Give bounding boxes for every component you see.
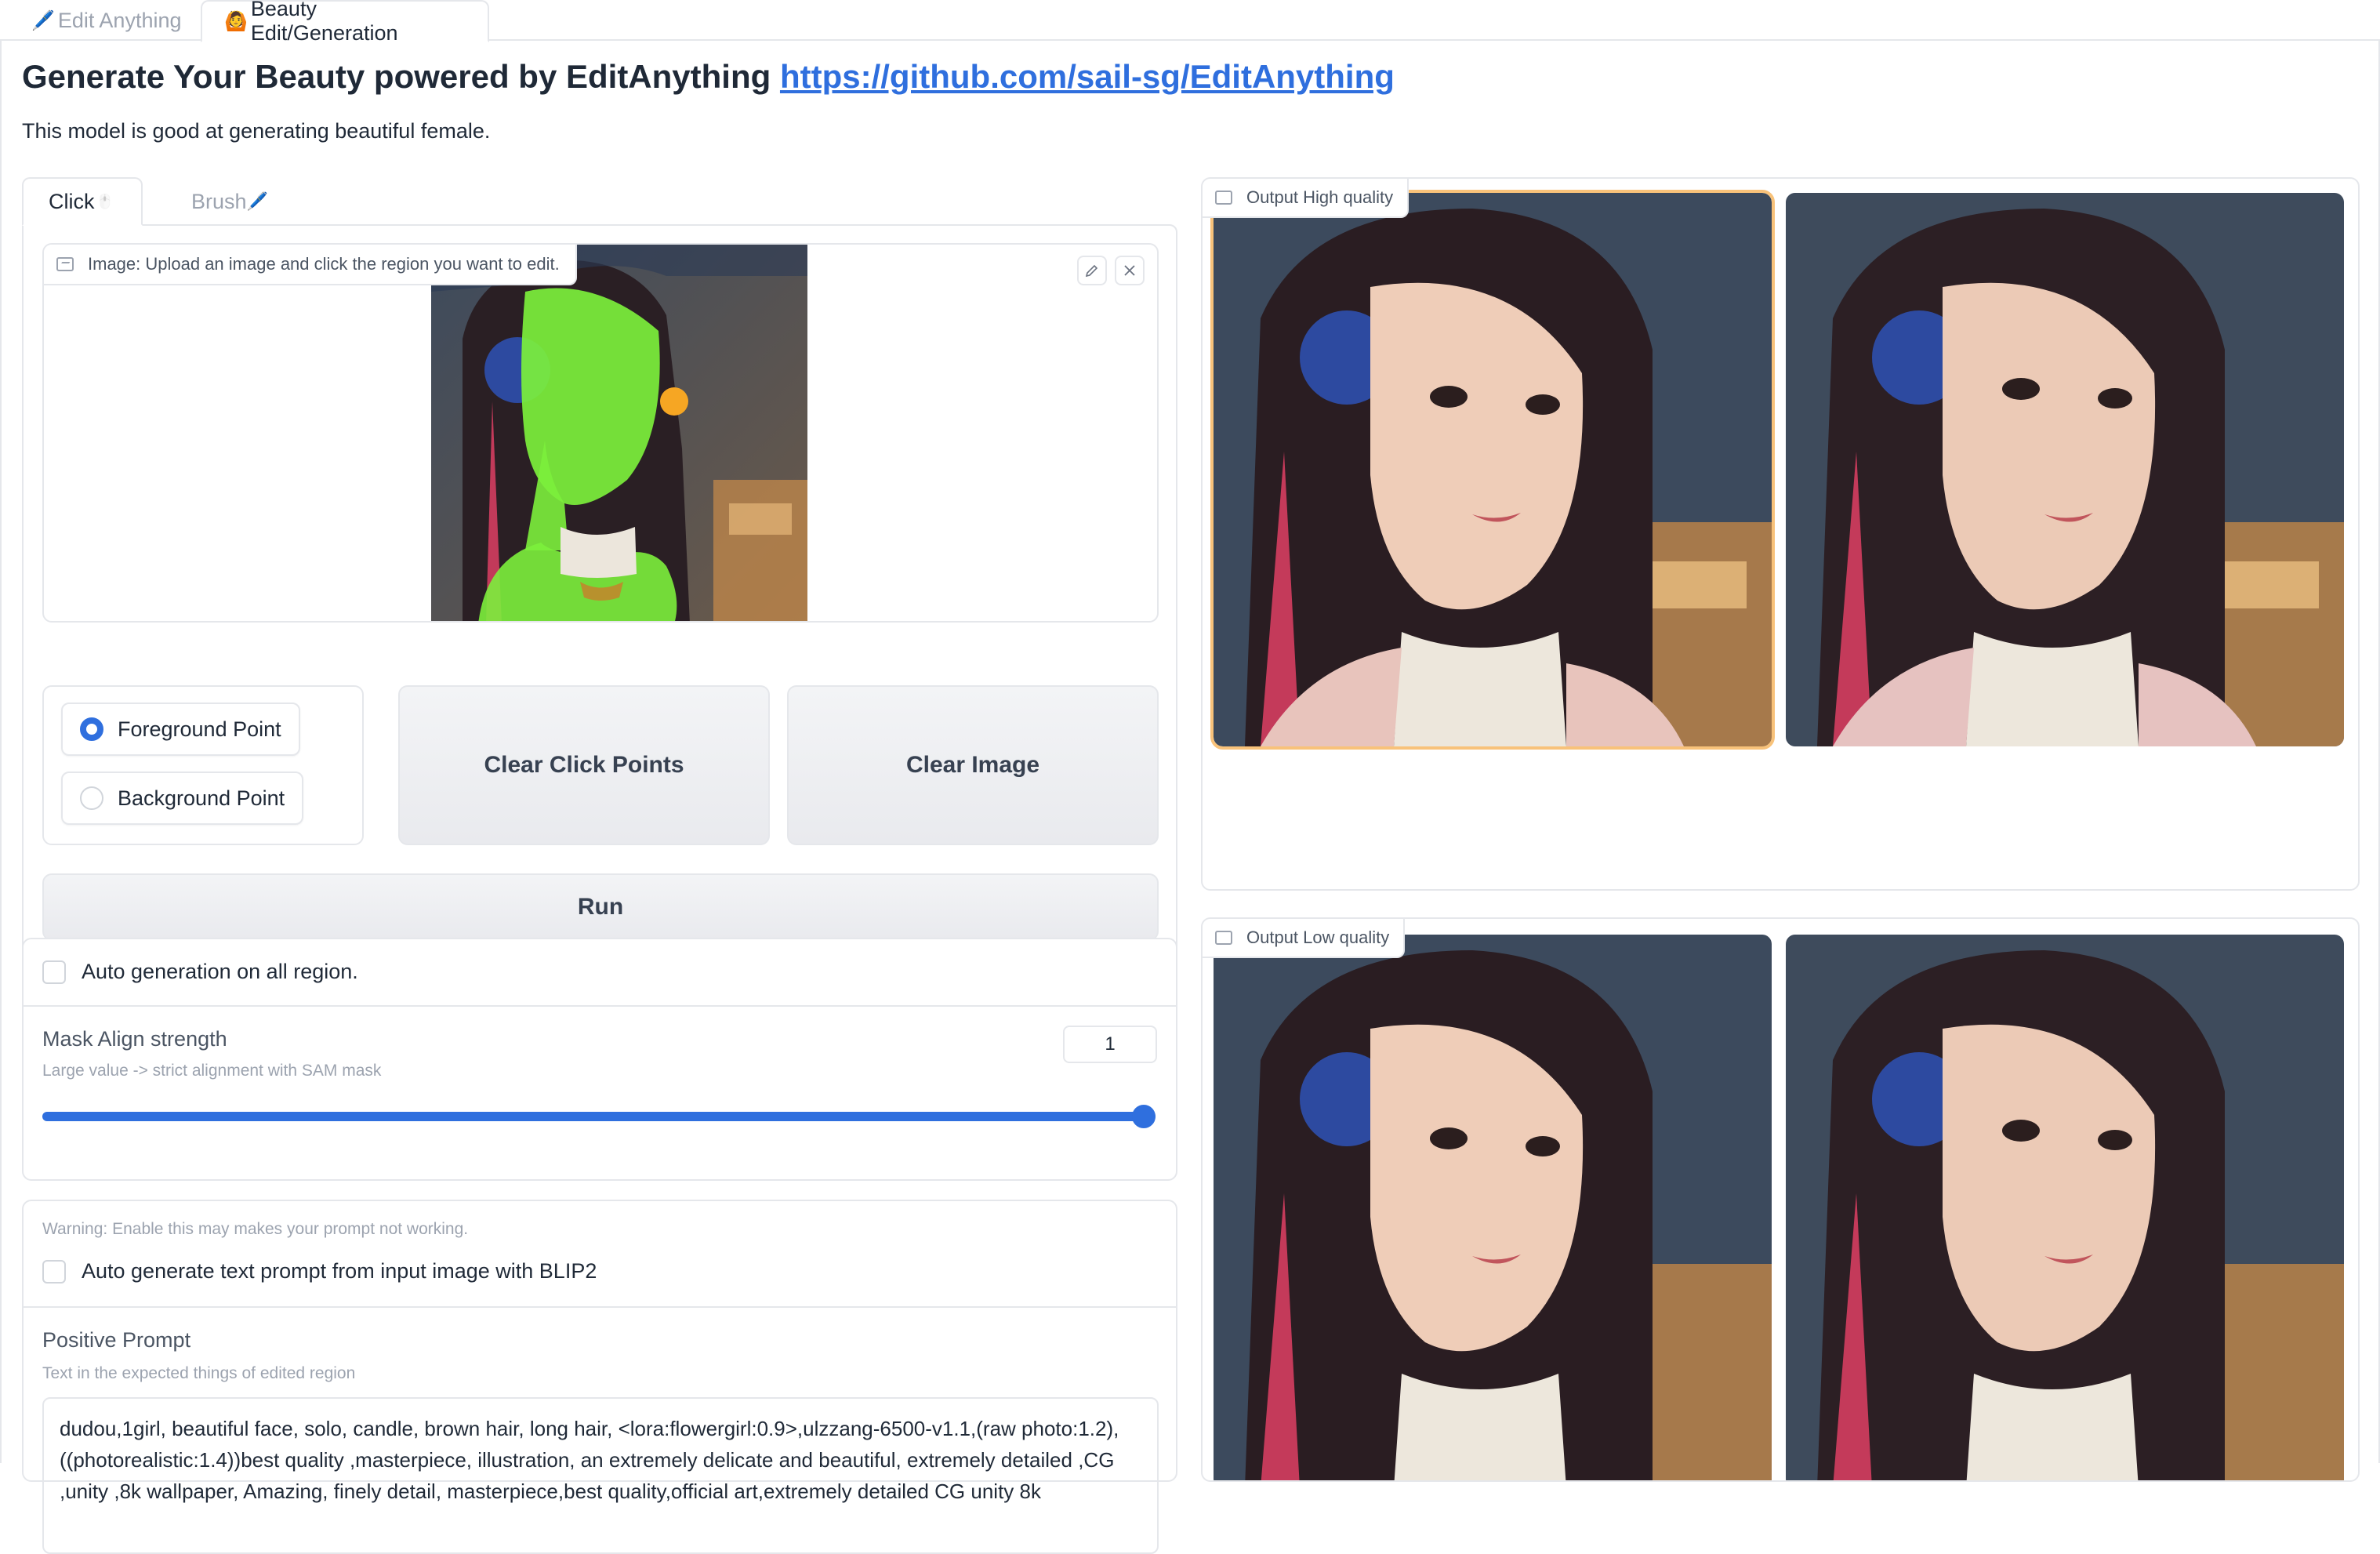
- portrait-output: [1786, 193, 2344, 746]
- image-icon: [56, 257, 74, 271]
- image-icon: [1215, 931, 1232, 945]
- divider: [24, 1306, 1176, 1308]
- run-button[interactable]: Run: [42, 873, 1159, 941]
- auto-generation-label: Auto generation on all region.: [82, 960, 358, 983]
- output-high-quality-label: Output High quality: [1203, 179, 1409, 218]
- close-icon: [1124, 265, 1135, 276]
- output-high-quality-gallery: Output High quality: [1201, 177, 2360, 891]
- mask-align-label: Mask Align strength: [42, 1027, 227, 1051]
- clear-image-x-button[interactable]: [1115, 256, 1145, 285]
- output-low-quality-label: Output Low quality: [1203, 919, 1406, 958]
- blip-row[interactable]: Auto generate text prompt from input ima…: [42, 1259, 597, 1284]
- page-title: Generate Your Beauty powered by EditAnyt…: [22, 58, 1395, 96]
- mask-align-number-input[interactable]: 1: [1063, 1026, 1157, 1063]
- background-point-label: Background Point: [118, 786, 285, 810]
- mask-align-slider-track[interactable]: [42, 1112, 1156, 1121]
- tab-label: Beauty Edit/Generation: [250, 0, 398, 45]
- divider: [24, 1005, 1176, 1007]
- tab-edit-anything[interactable]: 🖊️ Edit Anything: [9, 0, 204, 41]
- edit-image-button[interactable]: [1077, 256, 1107, 285]
- image-actions: [1077, 256, 1145, 285]
- auto-generation-row[interactable]: Auto generation on all region.: [42, 960, 358, 984]
- foreground-point-label: Foreground Point: [118, 717, 281, 741]
- clear-image-button[interactable]: Clear Image: [787, 685, 1159, 845]
- positive-prompt-label: Positive Prompt: [42, 1328, 191, 1352]
- generation-options: Auto generation on all region. Mask Alig…: [22, 938, 1177, 1181]
- mask-align-slider-thumb[interactable]: [1132, 1105, 1156, 1128]
- image-input-label: Image: Upload an image and click the reg…: [44, 245, 577, 285]
- portrait-output: [1214, 935, 1772, 1480]
- tab-brush[interactable]: Brush 🖊️: [166, 177, 293, 226]
- foreground-point-option[interactable]: Foreground Point: [61, 703, 300, 756]
- radio-selected-icon: [80, 717, 103, 741]
- github-link[interactable]: https://github.com/sail-sg/EditAnything: [780, 58, 1395, 95]
- auto-generation-checkbox[interactable]: [42, 960, 66, 984]
- image-input-label-text: Image: Upload an image and click the reg…: [88, 254, 560, 274]
- output-low-image-2[interactable]: [1786, 935, 2344, 1480]
- pen-icon: 🖊️: [31, 9, 55, 31]
- positive-prompt-textarea[interactable]: dudou,1girl, beautiful face, solo, candl…: [42, 1397, 1159, 1554]
- point-type-radio-group: Foreground Point Background Point: [42, 685, 364, 845]
- positive-prompt-info: Text in the expected things of edited re…: [42, 1364, 356, 1382]
- blip-warning: Warning: Enable this may makes your prom…: [42, 1220, 469, 1238]
- portrait-with-mask[interactable]: [431, 245, 807, 623]
- person-gesture-icon: 🙆: [224, 10, 248, 32]
- tab-label: Edit Anything: [57, 8, 182, 32]
- background-point-option[interactable]: Background Point: [61, 772, 304, 825]
- output-low-quality-label-text: Output Low quality: [1246, 928, 1390, 947]
- top-tab-bar: 🖊️ Edit Anything 🙆 Beauty Edit/Generatio…: [0, 0, 2380, 45]
- tab-click[interactable]: Click 🖱️: [22, 177, 143, 226]
- blip-label: Auto generate text prompt from input ima…: [82, 1259, 597, 1283]
- uploaded-portrait-image[interactable]: [431, 245, 807, 623]
- image-icon: [1215, 191, 1232, 205]
- pencil-icon: [1085, 264, 1098, 278]
- mask-align-info: Large value -> strict alignment with SAM…: [42, 1062, 382, 1080]
- output-high-quality-label-text: Output High quality: [1246, 187, 1394, 207]
- blip-checkbox[interactable]: [42, 1259, 66, 1284]
- radio-unselected-icon: [80, 786, 103, 810]
- portrait-output: [1214, 193, 1772, 746]
- prompt-options: Warning: Enable this may makes your prom…: [22, 1200, 1177, 1554]
- click-panel: Image: Upload an image and click the reg…: [22, 224, 1177, 953]
- tab-click-label: Click: [49, 189, 95, 213]
- clear-click-points-button[interactable]: Clear Click Points: [398, 685, 770, 845]
- tab-brush-label: Brush: [191, 189, 247, 213]
- mouse-icon: 🖱️: [96, 193, 114, 209]
- output-low-quality-gallery: Output Low quality: [1201, 917, 2360, 1482]
- mode-tabs: Click 🖱️ Brush 🖊️: [22, 177, 1177, 226]
- image-input[interactable]: Image: Upload an image and click the reg…: [42, 243, 1159, 623]
- output-low-image-1[interactable]: [1214, 935, 1772, 1480]
- output-high-image-1[interactable]: [1210, 190, 1775, 750]
- tab-beauty-edit-generation[interactable]: 🙆 Beauty Edit/Generation: [201, 0, 489, 45]
- portrait-output: [1786, 935, 2344, 1480]
- page-description: This model is good at generating beautif…: [22, 119, 491, 143]
- brush-icon: 🖊️: [246, 191, 268, 211]
- main-panel: Generate Your Beauty powered by EditAnyt…: [0, 41, 2380, 1554]
- title-text: Generate Your Beauty powered by EditAnyt…: [22, 58, 780, 95]
- output-high-image-2[interactable]: [1786, 193, 2344, 746]
